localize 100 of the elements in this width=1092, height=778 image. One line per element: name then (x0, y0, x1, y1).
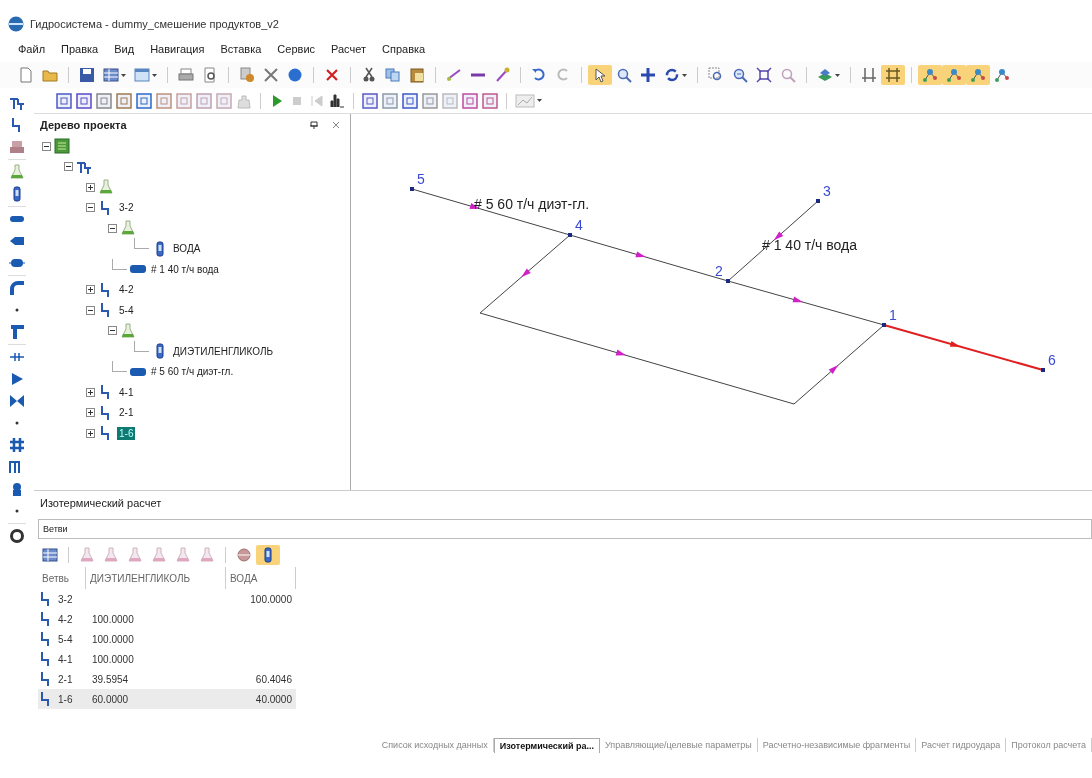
clipboard-icon[interactable] (409, 67, 425, 83)
page-magnifier-icon[interactable] (202, 67, 218, 83)
expander-icon[interactable] (108, 326, 117, 336)
table-row[interactable]: 2-1 39.5954 60.4046 (38, 669, 296, 689)
report-icon[interactable] (482, 92, 498, 109)
network-node-icon[interactable] (970, 67, 986, 83)
pin-icon[interactable] (310, 121, 318, 129)
table-row[interactable]: 4-1 100.0000 (38, 649, 296, 669)
pipe-node[interactable] (1041, 368, 1045, 372)
expander-icon[interactable] (86, 182, 95, 192)
crossed-tools-icon[interactable] (263, 67, 279, 83)
expander-icon[interactable] (86, 428, 95, 438)
tree-item[interactable]: 1-6 (117, 426, 136, 440)
undo-icon[interactable] (531, 67, 547, 83)
grid-icon[interactable] (885, 67, 901, 83)
network-node-icon[interactable] (922, 67, 938, 83)
diagonal-link-icon[interactable] (446, 67, 462, 83)
graph-icon[interactable] (329, 92, 345, 109)
table-row[interactable]: 4-2 100.0000 (38, 609, 296, 629)
menu-item[interactable]: Правка (61, 43, 99, 55)
gate-valve-icon[interactable] (9, 393, 25, 409)
tab[interactable]: Расчет гидроудара (916, 738, 1007, 752)
zoom-out-icon[interactable] (732, 67, 748, 83)
scissors-icon[interactable] (361, 67, 377, 83)
table-row[interactable]: 5-4 100.0000 (38, 629, 296, 649)
tab[interactable]: Протокол расчета (1006, 738, 1092, 752)
pipe-node[interactable] (726, 279, 730, 283)
expander-icon[interactable] (108, 223, 117, 233)
pipe-node[interactable] (816, 199, 820, 203)
expander-icon[interactable] (86, 408, 95, 418)
column-header[interactable]: Ветвь (38, 567, 86, 589)
menu-item[interactable]: Вставка (220, 43, 262, 55)
pipe[interactable] (883, 324, 1044, 371)
tree-item[interactable]: 3-2 (117, 201, 136, 215)
tree-item[interactable]: # 1 40 т/ч вода (149, 262, 221, 276)
sphere-icon[interactable] (236, 547, 252, 563)
elbow-icon[interactable] (9, 280, 25, 296)
tab[interactable]: Список исходных данных (376, 738, 494, 752)
report-icon[interactable] (96, 92, 112, 109)
tree-item[interactable]: # 5 60 т/ч диэт-гл. (149, 365, 236, 379)
menu-item[interactable]: Справка (382, 43, 426, 55)
expander-icon[interactable] (64, 162, 73, 172)
printer-icon[interactable] (178, 67, 194, 83)
triangle-icon[interactable] (9, 371, 25, 387)
menu-item[interactable]: Навигация (150, 43, 205, 55)
folder-icon[interactable] (42, 67, 58, 83)
pipe-node[interactable] (568, 233, 572, 237)
zoom-area-icon[interactable] (708, 67, 724, 83)
network-icon[interactable] (9, 95, 25, 111)
caret-icon[interactable] (682, 73, 687, 77)
report-icon[interactable] (402, 92, 418, 109)
report-icon[interactable] (136, 92, 152, 109)
table-row[interactable]: 3-2 100.0000 (38, 589, 296, 609)
tee-icon[interactable] (9, 324, 25, 340)
refresh-icon[interactable] (664, 67, 680, 83)
copy-icon[interactable] (385, 67, 401, 83)
flask-icon[interactable] (9, 164, 25, 180)
table-icon[interactable] (42, 547, 58, 563)
report-icon[interactable] (462, 92, 478, 109)
network-node-icon[interactable] (946, 67, 962, 83)
tree-item[interactable]: ВОДА (171, 242, 203, 256)
pump-icon[interactable] (9, 139, 25, 155)
menu-item[interactable]: Сервис (277, 43, 316, 55)
caret-icon[interactable] (537, 99, 542, 102)
caret-icon[interactable] (835, 73, 840, 77)
expander-icon[interactable] (86, 285, 95, 295)
expander-icon[interactable] (86, 387, 95, 397)
diagonal-link-icon[interactable] (494, 67, 510, 83)
axis-icon[interactable] (861, 67, 877, 83)
layers-icon[interactable] (817, 67, 833, 83)
delete-icon[interactable] (324, 67, 340, 83)
tree-item[interactable]: 2-1 (117, 406, 136, 420)
document-icon[interactable] (18, 67, 34, 83)
caret-icon[interactable] (152, 73, 157, 77)
report-icon[interactable] (56, 92, 72, 109)
expander-icon[interactable] (42, 141, 51, 151)
table-icon[interactable] (103, 67, 119, 83)
column-header[interactable]: ДИЭТИЛЕНГЛИКОЛЬ (86, 567, 226, 589)
report-icon[interactable] (76, 92, 92, 109)
table-row[interactable]: 1-6 60.0000 40.0000 (38, 689, 296, 709)
tree-item[interactable]: ДИЭТИЛЕНГЛИКОЛЬ (171, 344, 275, 358)
caret-icon[interactable] (121, 73, 126, 77)
pipe-node[interactable] (410, 187, 414, 191)
expander-icon[interactable] (86, 305, 95, 315)
tree-item[interactable]: 4-1 (117, 385, 136, 399)
column-header[interactable]: ВОДА (226, 567, 296, 589)
view-dropdown[interactable]: Ветви (38, 519, 1092, 539)
hash-icon[interactable] (9, 437, 25, 453)
zoom-icon[interactable] (616, 67, 632, 83)
project-icon[interactable] (54, 138, 70, 155)
tree-item[interactable]: 4-2 (117, 283, 136, 297)
menu-item[interactable]: Расчет (331, 43, 367, 55)
tree-item[interactable]: 5-4 (117, 303, 136, 317)
ring-icon[interactable] (9, 528, 25, 544)
report-icon[interactable] (116, 92, 132, 109)
report-icon[interactable] (362, 92, 378, 109)
cursor-icon[interactable] (592, 67, 608, 83)
expander-icon[interactable] (86, 203, 95, 213)
tab[interactable]: Изотермический ра... (493, 737, 600, 753)
move-icon[interactable] (640, 67, 656, 83)
